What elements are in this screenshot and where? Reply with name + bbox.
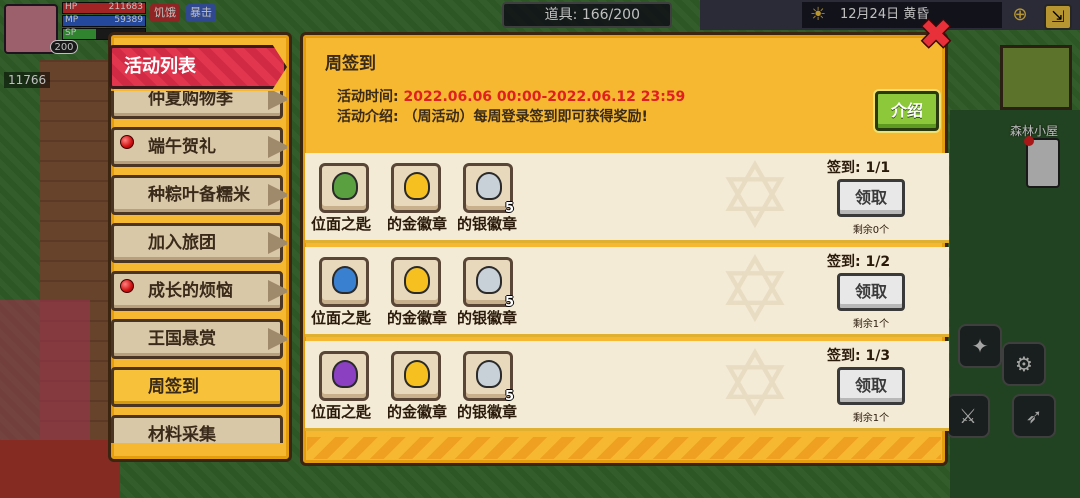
claim-button[interactable]: 领取 bbox=[837, 179, 905, 217]
signin-progress: 签到: 1/2 bbox=[827, 254, 891, 270]
reward-item-gold-badge[interactable] bbox=[391, 351, 441, 401]
item-name: 位面之匙 bbox=[311, 213, 372, 234]
item-name: 位面之匙 bbox=[311, 307, 372, 328]
claim-button[interactable]: 领取 bbox=[837, 367, 905, 405]
intro-button[interactable]: 介绍 bbox=[875, 91, 939, 131]
reward-row: ✡ 5 位面之匙 的金徽章 的银徽章 签到: 1/1 领取 剩余0个 bbox=[305, 153, 949, 243]
reward-rows: ✡ 5 位面之匙 的金徽章 的银徽章 签到: 1/1 领取 剩余0个 ✡ 5 位… bbox=[305, 153, 949, 453]
remaining-count: 剩余1个 bbox=[852, 319, 890, 330]
activity-info: 活动时间: 2022.06.06 00:00-2022.06.12 23:59 … bbox=[337, 87, 685, 127]
activity-item-weekly-signin[interactable]: 周签到 bbox=[111, 367, 283, 407]
chevron-right-icon bbox=[268, 91, 287, 110]
key-gem-icon bbox=[332, 172, 358, 200]
activity-list-panel: 仲夏购物季 端午贺礼 种粽叶备糯米 加入旅团 成长的烦恼 王国悬赏 周签到 材料… bbox=[108, 32, 292, 462]
item-name: 的金徽章 bbox=[387, 307, 448, 328]
close-icon[interactable]: ✖ bbox=[918, 15, 954, 55]
activity-item-label: 材料采集 bbox=[148, 425, 216, 443]
claim-button[interactable]: 领取 bbox=[837, 273, 905, 311]
activity-intro-label: 活动介绍: bbox=[337, 109, 399, 125]
notification-dot-icon bbox=[120, 279, 134, 293]
chevron-right-icon bbox=[268, 232, 287, 254]
chevron-right-icon bbox=[268, 280, 287, 302]
item-name: 的金徽章 bbox=[387, 401, 448, 422]
activity-item-label: 周签到 bbox=[148, 377, 199, 397]
activity-item-label: 王国悬赏 bbox=[148, 329, 216, 349]
gold-badge-icon bbox=[404, 360, 430, 388]
activity-item-label: 加入旅团 bbox=[148, 233, 216, 253]
silver-badge-icon bbox=[476, 172, 502, 200]
activity-item-join-guild[interactable]: 加入旅团 bbox=[111, 223, 287, 263]
activity-item-zongzi-leaves[interactable]: 种粽叶备糯米 bbox=[111, 175, 287, 215]
chevron-right-icon bbox=[268, 184, 287, 206]
signin-progress: 签到: 1/3 bbox=[827, 348, 891, 364]
activity-item-label: 仲夏购物季 bbox=[148, 91, 233, 109]
star-decoration-icon: ✡ bbox=[717, 153, 793, 243]
activity-item-kingdom-bounty[interactable]: 王国悬赏 bbox=[111, 319, 287, 359]
activity-item-dragon-boat-gift[interactable]: 端午贺礼 bbox=[111, 127, 287, 167]
reward-item-plane-key[interactable] bbox=[319, 257, 369, 307]
activity-item-material-gathering[interactable]: 材料采集 bbox=[111, 415, 283, 443]
item-name: 的银徽章 bbox=[457, 307, 518, 328]
item-name: 位面之匙 bbox=[311, 401, 372, 422]
reward-item-silver-badge[interactable]: 5 bbox=[463, 351, 514, 404]
reward-item-silver-badge[interactable]: 5 bbox=[463, 257, 514, 310]
activity-intro-value: （周活动）每周登录签到即可获得奖励! bbox=[403, 109, 648, 125]
chevron-right-icon bbox=[268, 136, 287, 158]
reward-item-plane-key[interactable] bbox=[319, 351, 369, 401]
reward-row: ✡ 5 位面之匙 的金徽章 的银徽章 签到: 1/2 领取 剩余1个 bbox=[305, 247, 949, 337]
remaining-count: 剩余1个 bbox=[852, 413, 890, 424]
key-gem-icon bbox=[332, 266, 358, 294]
activity-item-growing-pains[interactable]: 成长的烦恼 bbox=[111, 271, 287, 311]
activity-item-summer-shopping[interactable]: 仲夏购物季 bbox=[111, 91, 287, 119]
silver-badge-icon bbox=[476, 360, 502, 388]
reward-item-silver-badge[interactable]: 5 bbox=[463, 163, 514, 216]
item-name: 的银徽章 bbox=[457, 213, 518, 234]
star-decoration-icon: ✡ bbox=[717, 341, 793, 431]
reward-row: ✡ 5 位面之匙 的金徽章 的银徽章 签到: 1/3 领取 剩余1个 bbox=[305, 341, 949, 431]
activity-list-title: 活动列表 bbox=[109, 45, 287, 89]
notification-dot-icon bbox=[120, 135, 134, 149]
silver-badge-icon bbox=[476, 266, 502, 294]
item-name: 的金徽章 bbox=[387, 213, 448, 234]
item-name: 的银徽章 bbox=[457, 401, 518, 422]
weekly-signin-panel: 周签到 活动时间: 2022.06.06 00:00-2022.06.12 23… bbox=[300, 32, 949, 466]
reward-item-gold-badge[interactable] bbox=[391, 163, 441, 213]
activity-list[interactable]: 仲夏购物季 端午贺礼 种粽叶备糯米 加入旅团 成长的烦恼 王国悬赏 周签到 材料… bbox=[111, 91, 287, 443]
panel-bottom-decoration bbox=[307, 437, 941, 459]
activity-time-label: 活动时间: bbox=[337, 89, 399, 105]
gold-badge-icon bbox=[404, 266, 430, 294]
reward-item-gold-badge[interactable] bbox=[391, 257, 441, 307]
gold-badge-icon bbox=[404, 172, 430, 200]
reward-item-plane-key[interactable] bbox=[319, 163, 369, 213]
signin-progress: 签到: 1/1 bbox=[827, 160, 891, 176]
activity-time-value: 2022.06.06 00:00-2022.06.12 23:59 bbox=[403, 89, 686, 105]
panel-title: 周签到 bbox=[325, 54, 376, 74]
activity-item-label: 端午贺礼 bbox=[148, 137, 216, 157]
star-decoration-icon: ✡ bbox=[717, 247, 793, 337]
remaining-count: 剩余0个 bbox=[852, 225, 890, 236]
chevron-right-icon bbox=[268, 328, 287, 350]
activity-item-label: 成长的烦恼 bbox=[148, 281, 233, 301]
activity-item-label: 种粽叶备糯米 bbox=[148, 185, 250, 205]
key-gem-icon bbox=[332, 360, 358, 388]
